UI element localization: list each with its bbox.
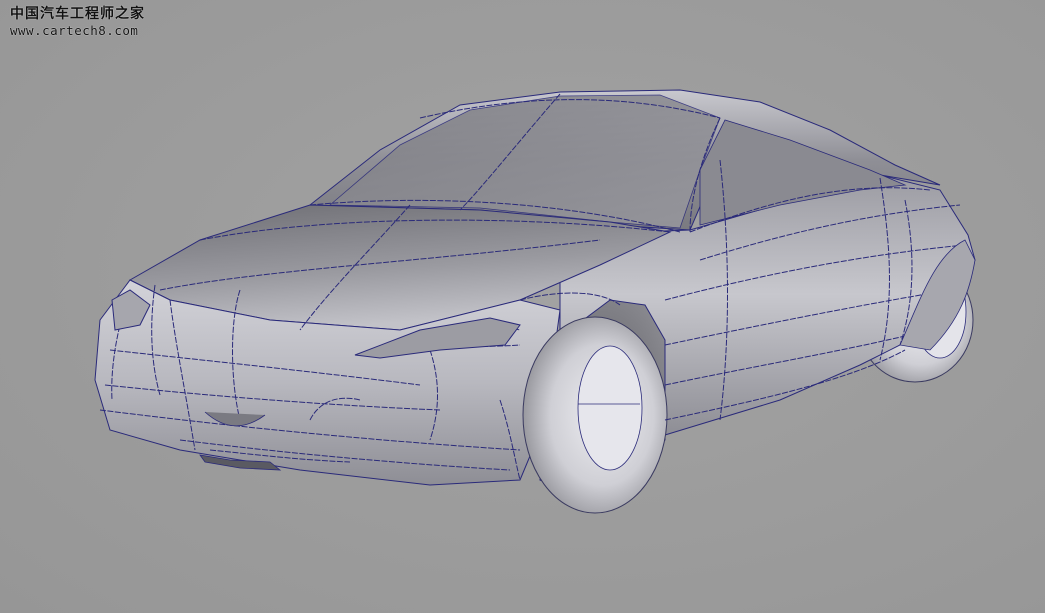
front-wheel[interactable] — [522, 316, 668, 514]
car-surface-model[interactable] — [0, 0, 1045, 613]
3d-viewport[interactable]: 中国汽车工程师之家 www.cartech8.com — [0, 0, 1045, 613]
